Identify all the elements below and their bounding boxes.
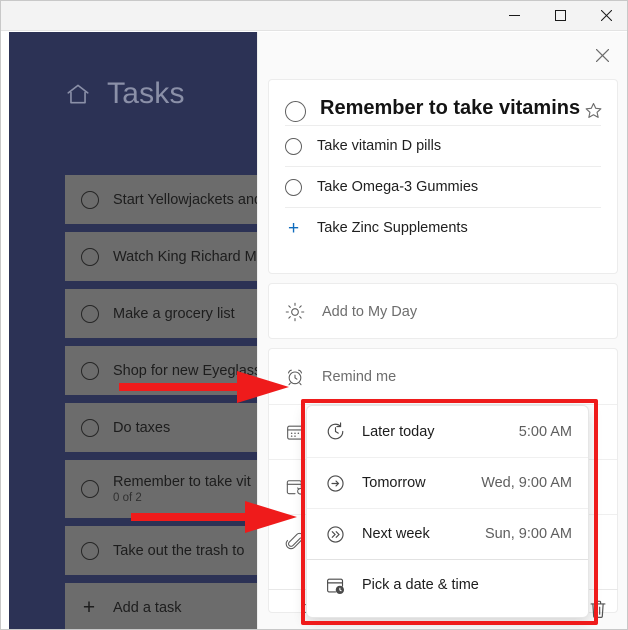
sidebar-header: Tasks: [9, 64, 257, 124]
add-step-row[interactable]: + Take Zinc Supplements: [285, 207, 601, 248]
task-label: Make a grocery list: [113, 305, 235, 322]
plus-icon: +: [82, 596, 96, 619]
remind-me-row[interactable]: Remind me: [269, 349, 617, 404]
clock-later-icon: [327, 422, 344, 440]
task-title: Remember to take vitamins: [320, 97, 581, 119]
maximize-button[interactable]: [537, 1, 583, 30]
dropdown-time: Sun, 9:00 AM: [484, 526, 572, 542]
dropdown-label: Tomorrow: [362, 475, 426, 491]
task-row[interactable]: Make a grocery list: [65, 289, 257, 338]
star-icon[interactable]: [584, 101, 603, 125]
paperclip-icon: [285, 532, 304, 550]
remind-me-dropdown: Later today 5:00 AM Tomorrow Wed, 9:00 A…: [306, 405, 589, 618]
add-task-label: Add a task: [113, 599, 182, 616]
task-checkbox[interactable]: [81, 361, 99, 380]
close-button[interactable]: [583, 1, 627, 30]
task-checkbox[interactable]: [81, 480, 99, 498]
calendar-clock-icon: [327, 578, 345, 594]
subtask-row[interactable]: Take Omega-3 Gummies: [285, 166, 601, 207]
dropdown-time: Wed, 9:00 AM: [481, 475, 572, 491]
delete-task-button[interactable]: [587, 597, 611, 623]
dropdown-label: Later today: [362, 423, 435, 440]
task-checkbox[interactable]: [81, 418, 99, 437]
dropdown-item-tomorrow[interactable]: Tomorrow Wed, 9:00 AM: [307, 457, 588, 508]
dropdown-label: Pick a date & time: [362, 577, 479, 593]
app-window: Tasks Start Yellowjackets and Watch King…: [0, 0, 628, 630]
subtask-label: Take Omega-3 Gummies: [317, 179, 479, 195]
subtask-row[interactable]: Take vitamin D pills: [285, 125, 601, 166]
subtask-checkbox[interactable]: [285, 178, 302, 196]
add-to-my-day-row[interactable]: Add to My Day: [269, 284, 617, 339]
detail-close-button[interactable]: [586, 40, 618, 70]
task-title-row: Remember to take vitamins: [269, 80, 617, 125]
task-row[interactable]: Start Yellowjackets and: [65, 175, 257, 224]
window-titlebar: [1, 1, 627, 31]
task-checkbox[interactable]: [81, 304, 99, 323]
dropdown-item-next-week[interactable]: Next week Sun, 9:00 AM: [307, 508, 588, 559]
arrow-right-circle-icon: [327, 474, 344, 492]
dropdown-time: 5:00 AM: [518, 423, 572, 440]
dropdown-label: Next week: [362, 526, 430, 542]
task-checkbox[interactable]: [81, 247, 99, 266]
task-row[interactable]: Watch King Richard M: [65, 232, 257, 281]
dropdown-item-later-today[interactable]: Later today 5:00 AM: [307, 406, 588, 457]
task-label: Take out the trash to: [113, 542, 245, 559]
task-main-card: Remember to take vitamins Take vitamin D…: [268, 79, 618, 274]
task-label: Do taxes: [113, 419, 171, 436]
task-label: Start Yellowjackets and: [113, 191, 257, 208]
add-task-button[interactable]: + Add a task: [65, 583, 257, 629]
page-title: Tasks: [107, 77, 185, 110]
add-step-label: Take Zinc Supplements: [317, 220, 468, 236]
double-chevron-circle-icon: [327, 525, 344, 543]
task-label: Watch King Richard M: [113, 248, 257, 265]
remind-me-label: Remind me: [322, 368, 397, 385]
add-to-my-day-label: Add to My Day: [322, 303, 418, 320]
dropdown-item-pick-date-time[interactable]: Pick a date & time: [307, 559, 588, 610]
arrow-to-remind-me: [119, 371, 289, 403]
task-label: Remember to take vit: [113, 474, 251, 490]
calendar-icon: [287, 425, 303, 440]
subtask-label: Take vitamin D pills: [317, 138, 442, 154]
subtask-checkbox[interactable]: [285, 137, 302, 155]
task-checkbox[interactable]: [81, 190, 99, 209]
arrow-to-dropdown: [131, 501, 297, 533]
plus-icon: +: [287, 217, 300, 239]
home-icon: [67, 84, 89, 104]
task-checkbox[interactable]: [81, 541, 99, 560]
task-row[interactable]: Do taxes: [65, 403, 257, 452]
minimize-button[interactable]: [491, 1, 537, 30]
task-checkbox[interactable]: [285, 101, 306, 122]
sun-icon: [285, 302, 305, 321]
add-to-my-day-card[interactable]: Add to My Day: [268, 283, 618, 339]
sidebar: Tasks Start Yellowjackets and Watch King…: [9, 32, 257, 629]
repeat-calendar-icon: [286, 480, 304, 495]
